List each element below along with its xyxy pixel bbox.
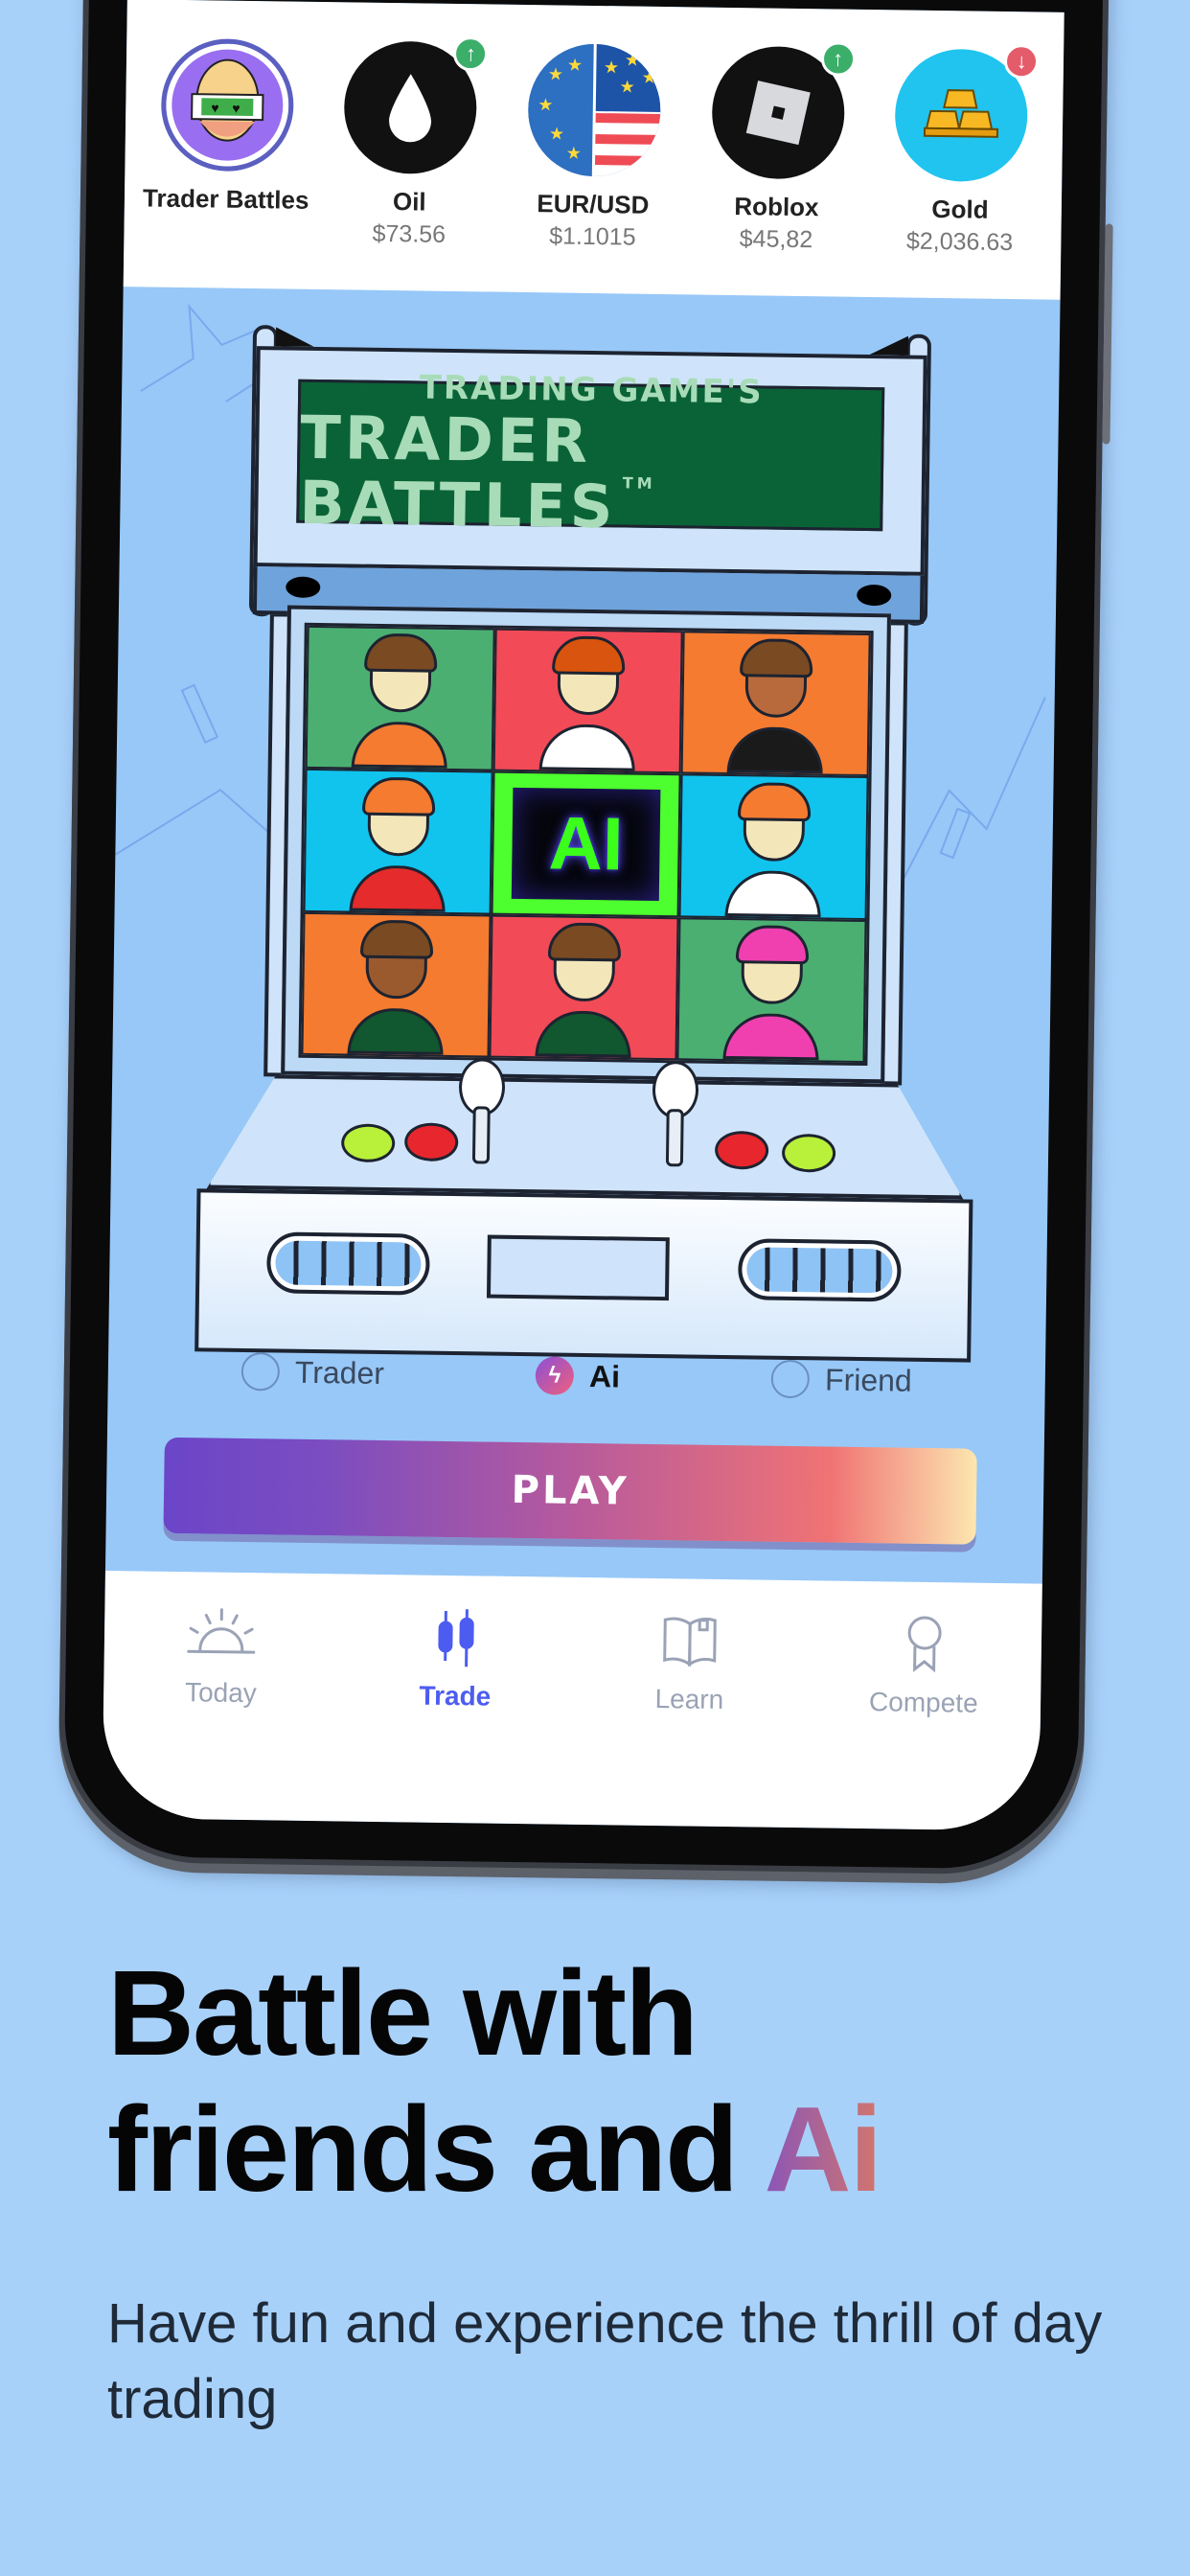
player-avatar-tile: [680, 631, 871, 777]
radio-unselected-icon[interactable]: [240, 1351, 281, 1392]
trademark-symbol: TM: [622, 473, 656, 493]
ticker-item-oil[interactable]: ↑ Oil $73.56: [323, 35, 498, 250]
headline-line-1: Battle with: [107, 1945, 698, 2081]
ticker-name: Roblox: [734, 192, 819, 222]
player-avatar-tile: [305, 625, 495, 771]
mode-option-trader[interactable]: Trader: [240, 1351, 385, 1392]
player-avatar-tile: [303, 769, 493, 915]
player-avatar-tile: [301, 911, 492, 1058]
award-ribbon-icon: [885, 1610, 963, 1678]
player-avatar-tile: [492, 628, 683, 774]
ticker-name: Oil: [392, 187, 426, 217]
svg-text:★: ★: [619, 77, 634, 96]
svg-text:★: ★: [625, 50, 640, 69]
player-avatar-tile: [678, 773, 869, 920]
coin-slot-panel: [486, 1234, 670, 1301]
player-avatar-icon: [349, 776, 447, 912]
tab-label: Trade: [419, 1680, 492, 1712]
svg-text:★: ★: [548, 64, 563, 83]
mode-label: Trader: [294, 1354, 385, 1391]
mode-option-ai[interactable]: ϟ Ai: [535, 1356, 621, 1395]
mode-option-friend[interactable]: Friend: [770, 1359, 913, 1400]
tab-label: Compete: [868, 1687, 978, 1718]
mode-label: Ai: [588, 1358, 621, 1393]
svg-text:★: ★: [549, 124, 564, 143]
ticker-price: $45,82: [739, 225, 813, 254]
candlestick-icon: [417, 1604, 494, 1672]
ticker-item-gold[interactable]: ↓ Gold $2,036.63: [873, 43, 1048, 258]
eur-usd-flag-icon: ★ ★ ★ ★ ★ ★ ★ ★ ★: [527, 43, 662, 177]
ticker-name: EUR/USD: [537, 189, 650, 219]
player-avatar-icon: [535, 922, 632, 1058]
svg-text:♥: ♥: [211, 100, 219, 115]
tab-learn[interactable]: Learn: [602, 1606, 777, 1827]
radio-unselected-icon[interactable]: [770, 1359, 811, 1399]
svg-text:★: ★: [642, 68, 657, 87]
arcade-illustration: TRADING GAME'S TRADER BATTLES TM AI Trad…: [105, 287, 1061, 1584]
control-console: [207, 1073, 966, 1199]
player-avatar-icon: [722, 925, 820, 1061]
svg-text:♥: ♥: [232, 101, 240, 116]
svg-text:★: ★: [538, 95, 553, 114]
ticker-name: Trader Battles: [142, 183, 309, 215]
trend-up-icon: ↑: [820, 41, 856, 77]
player-grid: AI: [298, 622, 874, 1067]
headline-line-2: friends and Ai: [107, 2082, 882, 2218]
ticker-price: $73.56: [372, 219, 446, 249]
cabinet-base: [195, 1188, 973, 1363]
ticker-strip: ♥ ♥ Trader Battles ↑ Oil $73.56 ★ ★ ★ ★ …: [123, 0, 1064, 300]
trend-up-icon: ↑: [453, 35, 489, 72]
mode-label: Friend: [824, 1361, 913, 1398]
player-grid-frame: AI: [281, 605, 891, 1084]
marquee-sign: TRADING GAME'S TRADER BATTLES TM: [296, 368, 885, 541]
player-avatar-icon: [724, 781, 823, 918]
ticker-item-roblox[interactable]: ↑ Roblox $45,82: [690, 41, 865, 255]
svg-text:★: ★: [565, 144, 581, 163]
player-avatar-tile: [489, 914, 679, 1061]
phone-side-button: [1102, 223, 1113, 445]
player-avatar-icon: [538, 635, 637, 771]
tab-label: Learn: [654, 1684, 724, 1715]
ticker-price: $1.1015: [549, 222, 636, 251]
book-icon: [652, 1607, 729, 1675]
ai-tile-label: AI: [547, 800, 625, 886]
player-avatar-icon: [347, 919, 446, 1055]
ai-opponent-tile: AI: [491, 770, 681, 917]
tab-label: Today: [184, 1677, 258, 1709]
tab-today[interactable]: Today: [133, 1599, 309, 1820]
ticker-name: Gold: [931, 194, 989, 224]
ticker-item-trader-battles[interactable]: ♥ ♥ Trader Battles: [140, 37, 315, 216]
headline-highlight: Ai: [764, 2082, 882, 2218]
ai-screen: AI: [511, 787, 661, 902]
speaker-hole-icon: [286, 576, 321, 599]
player-avatar-icon: [726, 638, 825, 774]
vent-grille-icon: [737, 1238, 902, 1302]
speaker-hole-icon: [857, 584, 892, 607]
sunrise-icon: [183, 1600, 261, 1668]
tab-trade[interactable]: Trade: [367, 1603, 542, 1824]
trader-avatar-icon: ♥ ♥: [160, 37, 295, 172]
svg-text:★: ★: [567, 56, 583, 75]
bottom-tab-bar: Today Trade Learn Compete: [102, 1571, 1042, 1831]
marquee-title: TRADER BATTLES TM: [299, 402, 881, 544]
ticker-price: $2,036.63: [905, 227, 1014, 257]
lightning-icon[interactable]: ϟ: [535, 1356, 575, 1395]
trend-down-icon: ↓: [1003, 43, 1040, 80]
player-avatar-icon: [351, 633, 449, 770]
player-avatar-tile: [676, 916, 867, 1064]
app-screen: ♥ ♥ Trader Battles ↑ Oil $73.56 ★ ★ ★ ★ …: [102, 0, 1064, 1831]
ticker-item-eur-usd[interactable]: ★ ★ ★ ★ ★ ★ ★ ★ ★ EUR/USD $1.1015: [506, 43, 681, 253]
marketing-headline: Battle with friends and Ai: [107, 1945, 882, 2219]
vent-grille-icon: [266, 1231, 430, 1296]
svg-text:★: ★: [604, 58, 619, 77]
phone-frame: ♥ ♥ Trader Battles ↑ Oil $73.56 ★ ★ ★ ★ …: [57, 0, 1113, 1876]
marquee-title-text: TRADER BATTLES: [299, 402, 617, 542]
headline-line-2-text: friends and: [107, 2082, 765, 2218]
play-button[interactable]: PLAY: [163, 1437, 977, 1545]
tab-compete[interactable]: Compete: [835, 1610, 1011, 1830]
marketing-subhead: Have fun and experience the thrill of da…: [107, 2292, 1103, 2431]
marquee-frame: TRADING GAME'S TRADER BATTLES TM: [253, 346, 927, 576]
